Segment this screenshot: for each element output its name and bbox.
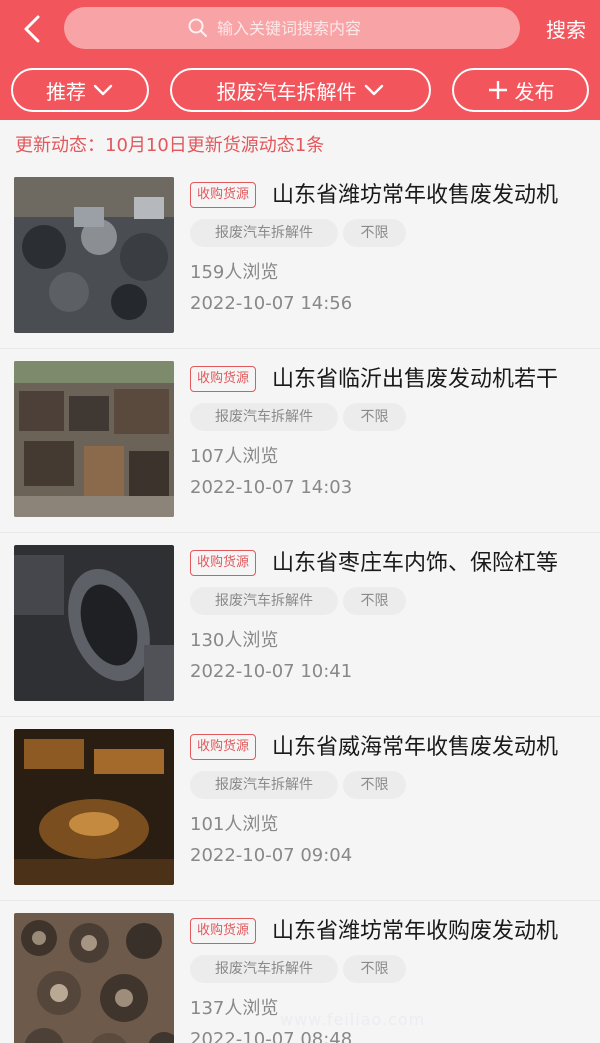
status-badge: 收购货源 (190, 366, 257, 392)
recommend-filter[interactable]: 推荐 (11, 68, 149, 112)
status-badge: 收购货源 (190, 182, 257, 208)
view-count: 130人浏览 (190, 630, 279, 651)
view-count: 101人浏览 (190, 814, 279, 835)
category-tag: 报废汽车拆解件 (190, 955, 338, 983)
list-item[interactable]: 收购货源 山东省枣庄车内饰、保险杠等 报废汽车拆解件 不限 130人浏览 202… (0, 533, 600, 717)
recommend-filter-label: 推荐 (46, 79, 86, 104)
status-badge: 收购货源 (190, 734, 257, 760)
listing-title[interactable]: 山东省临沂出售废发动机若干 (272, 361, 588, 393)
region-tag: 不限 (343, 955, 406, 983)
timestamp: 2022-10-07 08:48 (190, 1029, 353, 1043)
view-count: 107人浏览 (190, 446, 279, 467)
listing-title[interactable]: 山东省枣庄车内饰、保险杠等 (272, 545, 588, 577)
category-filter[interactable]: 报废汽车拆解件 (170, 68, 431, 112)
plus-icon (488, 81, 507, 99)
listing-title[interactable]: 山东省潍坊常年收购废发动机 (272, 913, 588, 945)
top-bar: 搜索 推荐 报废汽车拆解件 发布 (0, 0, 600, 120)
search-bar[interactable] (64, 7, 520, 49)
listing-title[interactable]: 山东省潍坊常年收售废发动机 (272, 177, 588, 209)
watermark: www.feiliao.com (280, 1010, 426, 1029)
status-badge: 收购货源 (190, 550, 257, 576)
list-item[interactable]: 收购货源 山东省临沂出售废发动机若干 报废汽车拆解件 不限 107人浏览 202… (0, 349, 600, 533)
region-tag: 不限 (343, 403, 406, 431)
listing-list: 收购货源 山东省潍坊常年收售废发动机 报废汽车拆解件 不限 159人浏览 202… (0, 165, 600, 1043)
timestamp: 2022-10-07 14:03 (190, 477, 353, 498)
category-tag: 报废汽车拆解件 (190, 771, 338, 799)
category-tag: 报废汽车拆解件 (190, 587, 338, 615)
update-notice: 更新动态：10月10日更新货源动态1条 (15, 135, 325, 156)
category-tag: 报废汽车拆解件 (190, 219, 338, 247)
region-tag: 不限 (343, 219, 406, 247)
region-tag: 不限 (343, 587, 406, 615)
chevron-down-icon (364, 84, 383, 96)
region-tag: 不限 (343, 771, 406, 799)
listing-photo (14, 361, 174, 517)
view-count: 159人浏览 (190, 262, 279, 283)
listing-title[interactable]: 山东省威海常年收售废发动机 (272, 729, 588, 761)
listing-photo (14, 913, 174, 1043)
view-count: 137人浏览 (190, 998, 279, 1019)
timestamp: 2022-10-07 14:56 (190, 293, 353, 314)
status-badge: 收购货源 (190, 918, 257, 944)
category-filter-label: 报废汽车拆解件 (216, 79, 357, 104)
search-icon (188, 18, 207, 37)
list-item[interactable]: 收购货源 山东省威海常年收售废发动机 报废汽车拆解件 不限 101人浏览 202… (0, 717, 600, 901)
timestamp: 2022-10-07 09:04 (190, 845, 353, 866)
listing-photo (14, 545, 174, 701)
search-input[interactable] (217, 18, 397, 38)
chevron-left-icon (24, 15, 40, 43)
publish-label: 发布 (514, 79, 555, 104)
timestamp: 2022-10-07 10:41 (190, 661, 353, 682)
publish-button[interactable]: 发布 (452, 68, 589, 112)
list-item[interactable]: 收购货源 山东省潍坊常年收售废发动机 报废汽车拆解件 不限 159人浏览 202… (0, 165, 600, 349)
back-button[interactable] (18, 12, 50, 46)
listing-photo (14, 729, 174, 885)
category-tag: 报废汽车拆解件 (190, 403, 338, 431)
listing-photo (14, 177, 174, 333)
chevron-down-icon (93, 84, 113, 96)
search-button[interactable]: 搜索 (546, 14, 586, 43)
